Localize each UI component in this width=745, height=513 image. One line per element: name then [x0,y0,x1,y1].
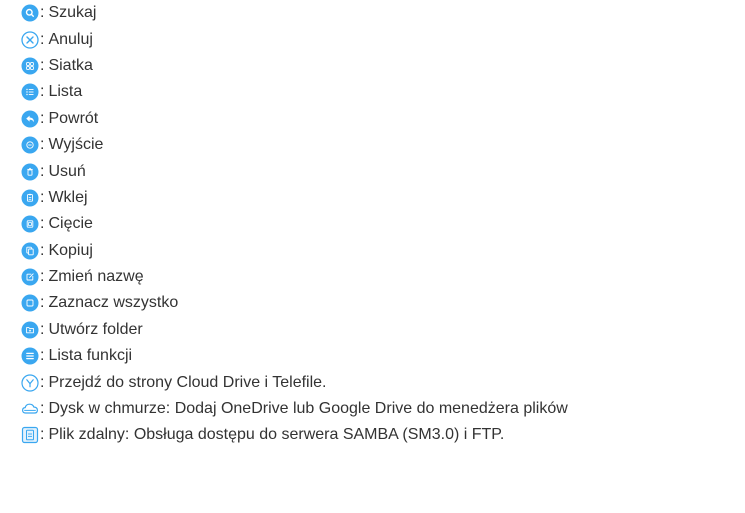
separator: : [40,347,45,365]
list-icon [21,83,39,101]
separator: : [40,30,45,48]
separator: : [40,373,45,391]
legend-label: Cięcie [48,215,93,233]
cut-icon [21,215,39,233]
remote-file-icon [21,426,39,444]
legend-label: Zaznacz wszystko [48,294,179,312]
separator: : [40,136,45,154]
separator: : [40,109,45,127]
legend-item-search: : Szukaj [21,0,745,26]
legend-label: Usuń [48,162,86,180]
legend-label: Lista [48,83,83,101]
legend-label: Plik zdalny: Obsługa dostępu do serwera … [48,426,505,444]
cancel-icon [21,30,39,49]
legend-label: Dysk w chmurze: Dodaj OneDrive lub Googl… [48,400,568,418]
select-all-icon [21,294,39,312]
separator: : [40,426,45,444]
legend-item-exit: : Wyjście [21,132,745,158]
copy-icon [21,242,39,260]
separator: : [40,400,45,418]
separator: : [40,241,45,259]
separator: : [40,4,45,22]
legend-label: Wklej [48,188,88,206]
separator: : [40,294,45,312]
legend-item-cancel: : Anuluj [21,26,745,52]
legend-label: Kopiuj [48,241,93,259]
legend-item-select-all: : Zaznacz wszystko [21,290,745,316]
separator: : [40,215,45,233]
separator: : [40,268,45,286]
trash-icon [21,163,39,181]
legend-label: Zmień nazwę [48,268,144,286]
legend-item-rename: : Zmień nazwę [21,264,745,290]
new-folder-icon [21,321,39,339]
legend-item-cloud-telefile: : Przejdź do strony Cloud Drive i Telefi… [21,369,745,395]
menu-icon [21,347,39,365]
rename-icon [21,268,39,286]
legend-label: Szukaj [48,4,97,22]
legend-item-list: : Lista [21,79,745,105]
separator: : [40,162,45,180]
legend-label: Przejdź do strony Cloud Drive i Telefile… [48,373,327,391]
grid-icon [21,57,39,75]
legend-label: Anuluj [48,30,93,48]
legend-label: Lista funkcji [48,347,133,365]
icon-legend-list: : Szukaj : Anuluj : Siatka : Lista : Pow… [21,0,745,449]
cloud-telefile-icon [21,374,39,392]
legend-label: Siatka [48,56,93,74]
legend-item-cloud-drive: : Dysk w chmurze: Dodaj OneDrive lub Goo… [21,396,745,422]
cloud-icon [21,400,39,418]
legend-item-back: : Powrót [21,106,745,132]
separator: : [40,320,45,338]
separator: : [40,83,45,101]
legend-item-grid: : Siatka [21,53,745,79]
paste-icon [21,189,39,207]
legend-item-delete: : Usuń [21,158,745,184]
legend-label: Wyjście [48,136,104,154]
legend-item-new-folder: : Utwórz folder [21,317,745,343]
search-icon [21,4,39,22]
separator: : [40,188,45,206]
legend-item-copy: : Kopiuj [21,238,745,264]
legend-item-cut: : Cięcie [21,211,745,237]
exit-icon [21,136,39,154]
legend-item-function-list: : Lista funkcji [21,343,745,369]
legend-item-paste: : Wklej [21,185,745,211]
back-icon [21,110,39,128]
separator: : [40,56,45,74]
legend-item-remote-file: : Plik zdalny: Obsługa dostępu do serwer… [21,422,745,448]
legend-label: Powrót [48,109,99,127]
legend-label: Utwórz folder [48,320,143,338]
